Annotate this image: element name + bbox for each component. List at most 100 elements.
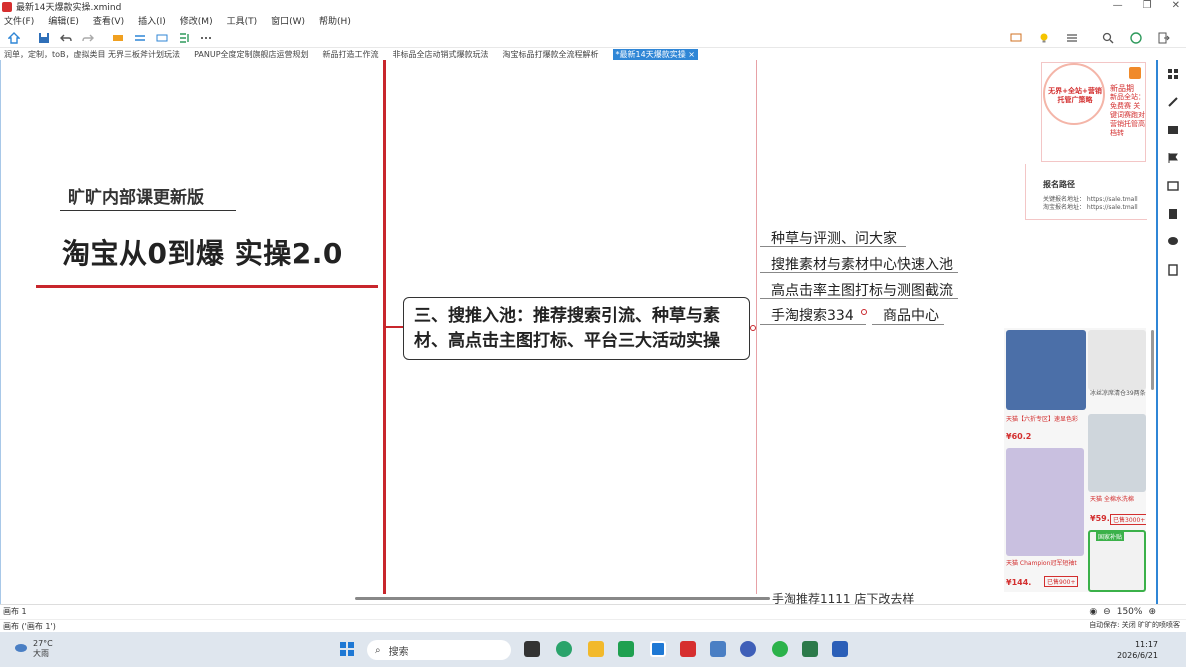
outline-icon[interactable] xyxy=(1064,30,1080,46)
promo-side-text: 新品期 新品全站：免费赛 关键词赛跑对 营销托管高档转 xyxy=(1110,84,1146,138)
presentation-icon[interactable] xyxy=(1008,30,1024,46)
properties-icon[interactable] xyxy=(1167,68,1179,80)
save-icon[interactable] xyxy=(36,30,52,46)
title-bar: 最新14天爆款实操.xmind — ❐ ✕ xyxy=(0,0,1186,13)
boundary-icon[interactable] xyxy=(154,30,170,46)
summary-icon[interactable] xyxy=(176,30,192,46)
undo-icon[interactable] xyxy=(58,30,74,46)
promo-side-body: 新品全站：免费赛 关键词赛跑对 营销托管高档转 xyxy=(1110,93,1145,137)
subtopic-underline xyxy=(872,324,944,325)
system-clock[interactable]: 11:17 2026/6/21 xyxy=(1117,639,1158,661)
format-brush-icon[interactable] xyxy=(1167,96,1179,108)
collapse-toggle[interactable] xyxy=(750,325,756,331)
horizontal-scrollbar[interactable] xyxy=(355,597,770,600)
weather-widget[interactable]: 27°C 大雨 xyxy=(14,639,53,659)
app-green-icon[interactable] xyxy=(802,641,818,657)
apply-title: 报名路径 xyxy=(1043,180,1075,189)
sheet-tab[interactable]: 画布 1 xyxy=(3,606,27,617)
menu-modify[interactable]: 修改(M) xyxy=(180,14,213,27)
zoom-controls: ◉ ⊖ 150% ⊕ xyxy=(1089,605,1156,619)
share-icon[interactable] xyxy=(1128,30,1144,46)
eye-icon[interactable]: ◉ xyxy=(1089,607,1097,617)
menu-file[interactable]: 文件(F) xyxy=(4,14,34,27)
sheet-bar: 画布 1 ◉ ⊖ 150% ⊕ xyxy=(0,604,1186,618)
tab-0[interactable]: 润单，定制，toB，虚拟类目 无界三板斧计划玩法 xyxy=(4,49,180,60)
close-button[interactable]: ✕ xyxy=(1172,0,1180,11)
zoom-in-button[interactable]: ⊕ xyxy=(1148,607,1156,617)
subtopic-main-image[interactable]: 高点击率主图打标与测图截流 xyxy=(771,280,953,300)
menu-insert[interactable]: 插入(I) xyxy=(138,14,166,27)
topic-node-section-3[interactable]: 三、搜推入池：推荐搜索引流、种草与素 材、高点击主图打标、平台三大活动实操 xyxy=(403,297,750,360)
tab-3[interactable]: 非标品全店动销式爆款玩法 xyxy=(393,49,489,60)
collapse-toggle-small[interactable] xyxy=(861,309,867,315)
subtopic-underline xyxy=(760,324,866,325)
notepad-icon[interactable] xyxy=(710,641,726,657)
zoom-level[interactable]: 150% xyxy=(1117,607,1143,617)
home-icon[interactable] xyxy=(6,30,22,46)
branch-connector-right xyxy=(756,60,757,594)
comment-icon[interactable] xyxy=(1167,236,1179,248)
subtopic-search-334[interactable]: 手淘搜索334 xyxy=(771,305,854,325)
right-sidebar xyxy=(1160,60,1186,604)
menu-edit[interactable]: 编辑(E) xyxy=(48,14,79,27)
weather-text: 大雨 xyxy=(33,649,49,658)
notes-icon[interactable] xyxy=(1167,208,1179,220)
product-image-mat xyxy=(1088,330,1146,390)
product-4-sold: 已售3000+ xyxy=(1110,514,1146,525)
menu-window[interactable]: 窗口(W) xyxy=(271,14,305,27)
product-4-tag: 天猫 全棉水洗棉 xyxy=(1090,496,1134,503)
subtopic-seeding[interactable]: 种草与评测、问大家 xyxy=(771,228,897,248)
subtopic-underline xyxy=(760,246,906,247)
menu-help[interactable]: 帮助(H) xyxy=(319,14,351,27)
store-icon[interactable] xyxy=(618,641,634,657)
taskbar-search-placeholder: 搜索 xyxy=(388,646,409,658)
edge-browser-icon[interactable] xyxy=(556,641,572,657)
apply-line-2: 淘宝报名地址： https://sale.tmall xyxy=(1043,204,1138,211)
topic-icon[interactable] xyxy=(110,30,126,46)
task-icon[interactable] xyxy=(1167,264,1179,276)
search-icon[interactable] xyxy=(1100,30,1116,46)
central-title[interactable]: 淘宝从0到爆 实操2.0 xyxy=(62,232,343,272)
minimize-button[interactable]: — xyxy=(1113,0,1123,11)
style-icon[interactable] xyxy=(1167,180,1179,192)
product-3-sold: 已售900+ xyxy=(1044,576,1079,587)
product-image-bedding xyxy=(1088,414,1146,492)
search-glass-icon: ⌕ xyxy=(375,644,381,656)
image-icon[interactable] xyxy=(1167,124,1179,136)
subtopic-product-center[interactable]: 商品中心 xyxy=(883,305,939,325)
window-title: 最新14天爆款实操.xmind xyxy=(16,3,122,13)
more-icon[interactable] xyxy=(198,30,214,46)
active-app-icon[interactable] xyxy=(650,641,666,657)
rain-cloud-icon xyxy=(15,644,27,652)
maximize-button[interactable]: ❐ xyxy=(1143,0,1152,11)
redo-icon[interactable] xyxy=(80,30,96,46)
zoom-out-button[interactable]: ⊖ xyxy=(1103,607,1111,617)
word-icon[interactable] xyxy=(832,641,848,657)
menu-tools[interactable]: 工具(T) xyxy=(227,14,258,27)
lightbulb-icon[interactable] xyxy=(1036,30,1052,46)
promo-circle-text: 无界+全站+营销托管广策略 xyxy=(1048,87,1102,104)
tab-2[interactable]: 新品打造工作流 xyxy=(323,49,379,60)
product-3-tag: 天猫 Champion冠军短袖t xyxy=(1006,560,1077,567)
windows-start-icon[interactable] xyxy=(339,641,355,657)
vertical-scrollbar[interactable] xyxy=(1151,330,1154,390)
subtopic-material[interactable]: 搜推素材与素材中心快速入池 xyxy=(771,254,953,274)
promo-badge-icon xyxy=(1129,67,1141,79)
product-4-price: ¥59. xyxy=(1090,514,1110,523)
tab-4[interactable]: 淘宝标品打爆款全流程解析 xyxy=(503,49,599,60)
export-icon[interactable] xyxy=(1156,30,1172,46)
tab-active[interactable]: *最新14天爆款实操 × xyxy=(612,48,698,60)
app-circle-icon[interactable] xyxy=(740,641,756,657)
wechat-icon[interactable] xyxy=(772,641,788,657)
relationship-icon[interactable] xyxy=(132,30,148,46)
tab-1[interactable]: PANUP全度定制旗舰店运营规划 xyxy=(194,49,308,60)
file-explorer-icon[interactable] xyxy=(588,641,604,657)
flag-icon[interactable] xyxy=(1167,152,1179,164)
taskbar-search[interactable]: ⌕ 搜索 xyxy=(367,640,511,660)
app-window: 最新14天爆款实操.xmind — ❐ ✕ 文件(F) 编辑(E) 查看(V) … xyxy=(0,0,1186,667)
promo-side-title: 新品期 xyxy=(1110,84,1134,93)
task-view-icon[interactable] xyxy=(524,641,540,657)
clock-date: 2026/6/21 xyxy=(1116,651,1158,660)
xmind-taskbar-icon[interactable] xyxy=(680,641,696,657)
menu-view[interactable]: 查看(V) xyxy=(93,14,124,27)
